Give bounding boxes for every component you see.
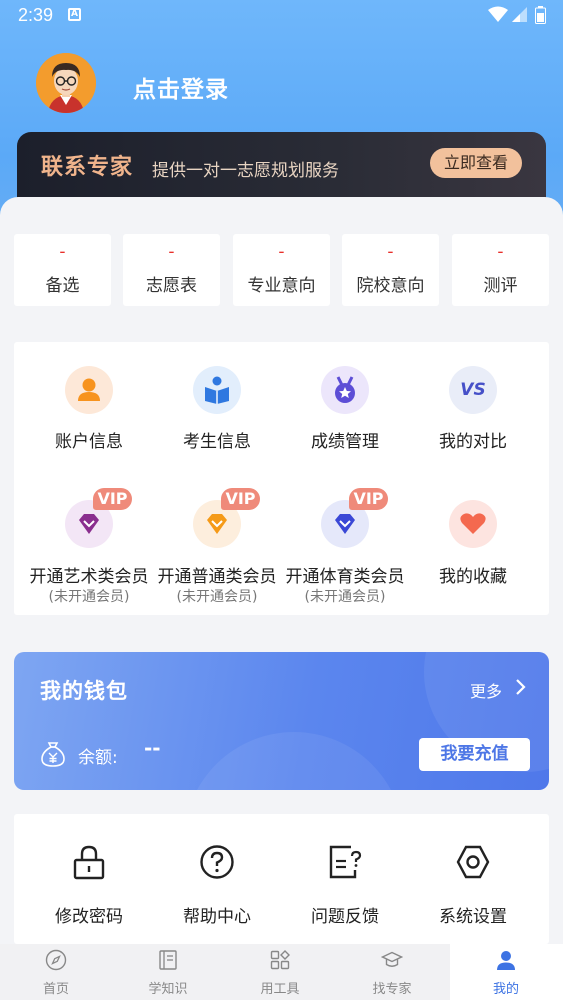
feature-label: 考生信息 (183, 432, 251, 452)
stat-label: 备选 (45, 276, 80, 296)
heart-icon (449, 500, 497, 548)
stat-value: - (387, 242, 394, 262)
battery-icon (535, 6, 546, 24)
stat-value: - (168, 242, 175, 262)
stat-label: 志愿表 (146, 276, 197, 296)
lock-icon (73, 845, 105, 880)
money-bag-icon (41, 742, 65, 767)
regular-membership-item[interactable]: VIP 开通普通类会员 (未开通会员) (153, 488, 281, 610)
vip-badge: VIP (221, 488, 260, 510)
medal-icon (321, 366, 369, 414)
stat-card-alternates[interactable]: - 备选 (14, 234, 111, 306)
feature-grid: 账户信息 考生信息 成绩管理 VS 我的对比 VIP 开通艺术类会员 (未开通会… (14, 342, 549, 615)
tools-card: 修改密码 帮助中心 问题反馈 系统设置 (14, 814, 549, 944)
stats-row: - 备选 - 志愿表 - 专业意向 - 院校意向 - 测评 (14, 234, 549, 306)
tool-label: 修改密码 (55, 907, 123, 927)
membership-status: (未开通会员) (48, 589, 130, 605)
tab-label: 用工具 (260, 982, 300, 997)
account-info-item[interactable]: 账户信息 (25, 366, 153, 456)
feedback-icon (329, 845, 362, 879)
wallet-more-link[interactable]: 更多 (470, 678, 502, 702)
feature-label: 我的对比 (439, 432, 507, 452)
vip-badge: VIP (349, 488, 388, 510)
student-info-item[interactable]: 考生信息 (153, 366, 281, 456)
my-comparison-item[interactable]: VS 我的对比 (409, 366, 537, 456)
login-link[interactable]: 点击登录 (133, 70, 229, 104)
expert-title: 联系专家 (41, 155, 134, 180)
tool-label: 问题反馈 (311, 907, 379, 927)
balance-value: -- (144, 736, 161, 760)
tab-experts[interactable]: 找专家 (336, 944, 448, 1000)
avatar[interactable] (36, 53, 96, 113)
tab-tools[interactable]: 用工具 (224, 944, 336, 1000)
bottom-tab-bar: 首页 学知识 用工具 找专家 我的 (0, 944, 563, 1000)
membership-status: (未开通会员) (304, 589, 386, 605)
avatar-cartoon-icon (36, 53, 96, 113)
settings-icon (456, 845, 490, 879)
stat-label: 院校意向 (356, 276, 425, 296)
signal-icon (512, 7, 527, 22)
feature-label: 账户信息 (55, 432, 123, 452)
wallet-title: 我的钱包 (40, 679, 128, 703)
balance-label: 余额: (78, 748, 118, 768)
student-icon (193, 366, 241, 414)
vs-icon: VS (449, 366, 497, 414)
recharge-button[interactable]: 我要充值 (419, 738, 530, 771)
tab-label: 首页 (42, 982, 69, 997)
tab-learn[interactable]: 学知识 (112, 944, 224, 1000)
tab-home[interactable]: 首页 (0, 944, 112, 1000)
person-icon (497, 951, 515, 970)
stat-value: - (59, 242, 66, 262)
status-time: 2:39 (18, 5, 54, 25)
book-icon (159, 950, 177, 970)
sports-membership-item[interactable]: VIP 开通体育类会员 (未开通会员) (281, 488, 409, 610)
view-now-button[interactable]: 立即查看 (430, 148, 522, 178)
stat-value: - (497, 242, 504, 262)
membership-status: (未开通会员) (176, 589, 258, 605)
feature-label: 开通普通类会员 (157, 567, 277, 587)
tool-label: 帮助中心 (183, 907, 251, 927)
chevron-right-icon[interactable] (514, 677, 528, 697)
feature-label: 我的收藏 (439, 567, 507, 587)
user-icon (65, 366, 113, 414)
tools-icon (270, 950, 290, 970)
stat-card-application-form[interactable]: - 志愿表 (123, 234, 220, 306)
notification-a-icon: A (68, 8, 81, 21)
art-membership-item[interactable]: VIP 开通艺术类会员 (未开通会员) (25, 488, 153, 610)
tab-label: 我的 (492, 982, 519, 997)
score-management-item[interactable]: 成绩管理 (281, 366, 409, 456)
feature-label: 开通体育类会员 (285, 567, 405, 587)
status-bar: 2:39 A (0, 0, 563, 30)
tab-label: 学知识 (148, 982, 188, 997)
tab-mine[interactable]: 我的 (450, 944, 563, 1000)
feature-label: 开通艺术类会员 (29, 567, 149, 587)
stat-label: 测评 (483, 276, 518, 296)
graduation-cap-icon (381, 951, 403, 967)
expert-subtitle: 提供一对一志愿规划服务 (152, 161, 339, 181)
my-favorites-item[interactable]: 我的收藏 (409, 500, 537, 610)
stat-card-major-interest[interactable]: - 专业意向 (233, 234, 330, 306)
wallet-card: 我的钱包 更多 余额: -- 我要充值 (14, 652, 549, 790)
tool-label: 系统设置 (439, 907, 507, 927)
vip-badge: VIP (93, 488, 132, 510)
stat-label: 专业意向 (247, 276, 316, 296)
stat-card-school-interest[interactable]: - 院校意向 (342, 234, 439, 306)
help-icon (200, 845, 234, 879)
stat-card-assessment[interactable]: - 测评 (452, 234, 549, 306)
wifi-icon (488, 6, 508, 22)
compass-icon (45, 949, 67, 971)
stat-value: - (278, 242, 285, 262)
tab-label: 找专家 (372, 982, 412, 997)
feature-label: 成绩管理 (311, 432, 379, 452)
vs-icon-text: VS (460, 380, 486, 400)
